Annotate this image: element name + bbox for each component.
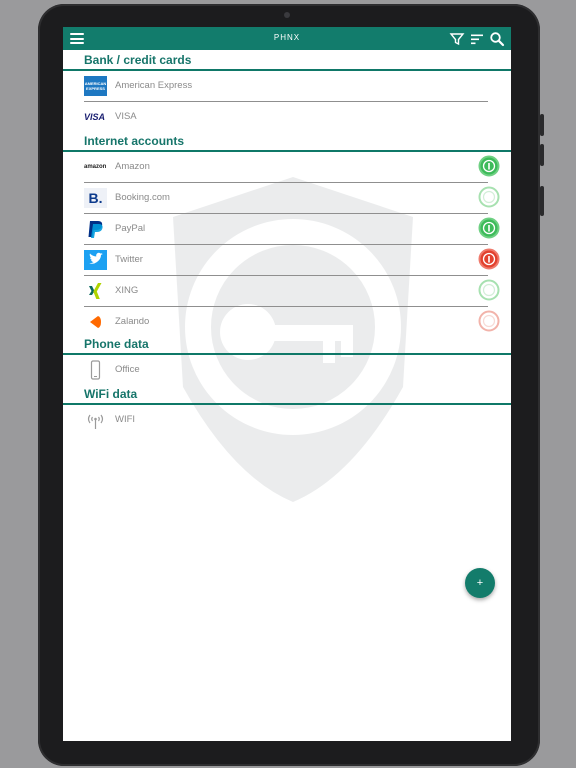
volume-up-button [540,114,544,136]
list-item-visa[interactable]: VISA VISA [84,102,500,132]
app-bar: PHNX [63,27,511,50]
section-title-bank: Bank / credit cards [84,53,192,67]
list-item-label: American Express [115,80,193,91]
password-strength-indicator [478,279,500,301]
list-item-label: Amazon [115,161,150,172]
amex-logo: AMERICAN EXPRESS [84,76,107,96]
list-item-wifi[interactable]: WIFI [84,405,500,435]
list-item-label: WIFI [115,414,136,425]
list-item-label: Office [115,364,140,375]
list-item-office[interactable]: Office [84,355,500,385]
list-item-amazon[interactable]: amazon Amazon [84,152,500,182]
password-strength-indicator [478,310,500,332]
list-item-booking[interactable]: B. Booking.com [84,183,500,213]
search-icon[interactable] [489,31,505,47]
visa-logo: VISA [84,112,106,122]
power-button [540,186,544,216]
front-camera [284,12,290,18]
list-item-label: Zalando [115,316,150,327]
amazon-logo: amazon [84,164,107,170]
zalando-logo [90,316,101,328]
volume-down-button [540,144,544,166]
booking-logo: B. [84,188,107,208]
app-title: PHNX [273,33,301,42]
password-strength-indicator [478,155,500,177]
xing-logo [89,283,102,299]
list-item-label: Twitter [115,254,143,265]
list-item-amex[interactable]: AMERICAN EXPRESS American Express [84,71,500,101]
twitter-logo [84,250,107,270]
wifi-icon [87,414,104,429]
list-item-paypal[interactable]: PayPal [84,214,500,244]
app-screen: PHNX Bank / credit cards AMERICAN EXPRES… [63,27,511,741]
password-strength-indicator [478,248,500,270]
sort-icon[interactable] [469,31,485,47]
list-item-label: PayPal [115,223,146,234]
filter-icon[interactable] [449,31,465,47]
list-item-label: Booking.com [115,192,170,203]
section-title-wifi: WiFi data [84,387,138,401]
phone-icon [90,360,101,380]
password-strength-indicator [478,217,500,239]
paypal-logo [88,221,103,238]
list-item-xing[interactable]: XING [84,276,500,306]
password-strength-indicator [478,186,500,208]
section-title-internet: Internet accounts [84,134,185,148]
add-entry-button[interactable]: + [465,568,495,598]
list-item-zalando[interactable]: Zalando [84,307,500,337]
section-title-phone: Phone data [84,337,149,351]
list-item-label: VISA [115,111,137,122]
list-item-twitter[interactable]: Twitter [84,245,500,275]
list-item-label: XING [115,285,139,296]
